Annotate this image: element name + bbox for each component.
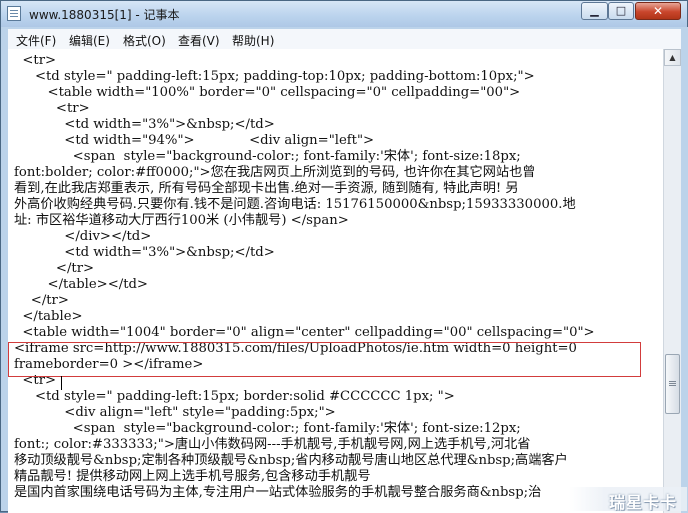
window-frame-right (681, 27, 688, 513)
text-caret (61, 376, 62, 390)
menu-edit[interactable]: 编辑(E) (69, 32, 110, 49)
notepad-window: www.1880315[1] - 记事本 ▁ □ ✕ 文件(F) 编辑(E) 格… (0, 0, 688, 513)
watermark: 瑞星卡卡 (569, 487, 687, 512)
watermark-text: 瑞星卡卡 (608, 493, 677, 512)
menu-bar: 文件(F) 编辑(E) 格式(O) 查看(V) 帮助(H) (8, 29, 681, 50)
editor-line-iframe-end: frameborder=0 ></iframe> (14, 357, 204, 372)
scroll-up-arrow-icon[interactable]: ▲ (664, 49, 681, 66)
editor-line: font:; color:#333333;">唐山小伟数码网---手机靓号,手机… (14, 437, 531, 452)
editor-line: <tr> (14, 101, 90, 116)
editor-line: 是国内首家围绕电话号码为主体,专注用户一站式体验服务的手机靓号整合服务商&nbs… (14, 485, 542, 500)
menu-format[interactable]: 格式(O) (123, 32, 166, 49)
text-editor[interactable]: <tr> <td style=" padding-left:15px; padd… (8, 49, 663, 513)
editor-line: </tr> (14, 293, 69, 308)
editor-line: <td width="94%"> <div align="left"> (14, 133, 375, 148)
editor-line: <span style="background-color:; font-fam… (14, 149, 521, 164)
editor-line: </tr> (14, 261, 95, 276)
editor-line: <td style=" padding-left:15px; padding-t… (14, 69, 535, 84)
editor-line: <div align="left" style="padding:5px;"> (14, 405, 336, 420)
editor-line: 移动顶级靓号&nbsp;定制各种顶级靓号&nbsp;省内移动靓号唐山地区总代理&… (14, 453, 568, 468)
editor-line: <tr> (14, 53, 57, 68)
editor-line: <tr> (14, 373, 57, 388)
notepad-icon (7, 6, 21, 21)
editor-line: <table width="100%" border="0" cellspaci… (14, 85, 521, 100)
editor-line: </table></td> (14, 277, 148, 292)
editor-line: <td width="3%">&nbsp;</td> (14, 245, 275, 260)
editor-line: <table width="1004" border="0" align="ce… (14, 325, 595, 340)
editor-line: </table> (14, 309, 83, 324)
editor-line: 精品靓号! 提供移动网上网上选手机号服务,包含移动手机靓号 (14, 469, 371, 484)
menu-help[interactable]: 帮助(H) (232, 32, 274, 49)
editor-line: <span style="background-color:; font-fam… (14, 421, 521, 436)
window-title: www.1880315[1] - 记事本 (29, 8, 180, 22)
editor-line: <td style=" padding-left:15px; border:so… (14, 389, 455, 404)
editor-line: <td width="3%">&nbsp;</td> (14, 117, 275, 132)
vertical-scrollbar[interactable]: ▲ (663, 49, 681, 513)
editor-line: font:bolder; color:#ff0000;">您在我店网页上所浏览到… (14, 165, 536, 180)
grip-icon (669, 381, 676, 382)
minimize-button[interactable]: ▁ (581, 2, 608, 20)
editor-line: 看到,在此我店郑重表示, 所有号码全部现卡出售.绝对一手资源, 随到随有, 特此… (14, 181, 519, 196)
editor-line: 址: 市区裕华道移动大厅西行100米 (小伟靓号) </span> (14, 213, 349, 228)
menu-view[interactable]: 查看(V) (178, 32, 220, 49)
title-bar[interactable]: www.1880315[1] - 记事本 ▁ □ ✕ (1, 1, 687, 27)
close-button[interactable]: ✕ (635, 2, 681, 20)
editor-line: </div></td> (14, 229, 152, 244)
maximize-button[interactable]: □ (608, 2, 634, 20)
editor-line: 外高价收购经典号码.只要你有.钱不是问题.咨询电话: 15176150000&n… (14, 197, 576, 212)
menu-file[interactable]: 文件(F) (16, 32, 56, 49)
scroll-thumb[interactable] (665, 354, 680, 414)
editor-line-iframe-src: <iframe src=http://www.1880315.com/files… (14, 341, 577, 356)
